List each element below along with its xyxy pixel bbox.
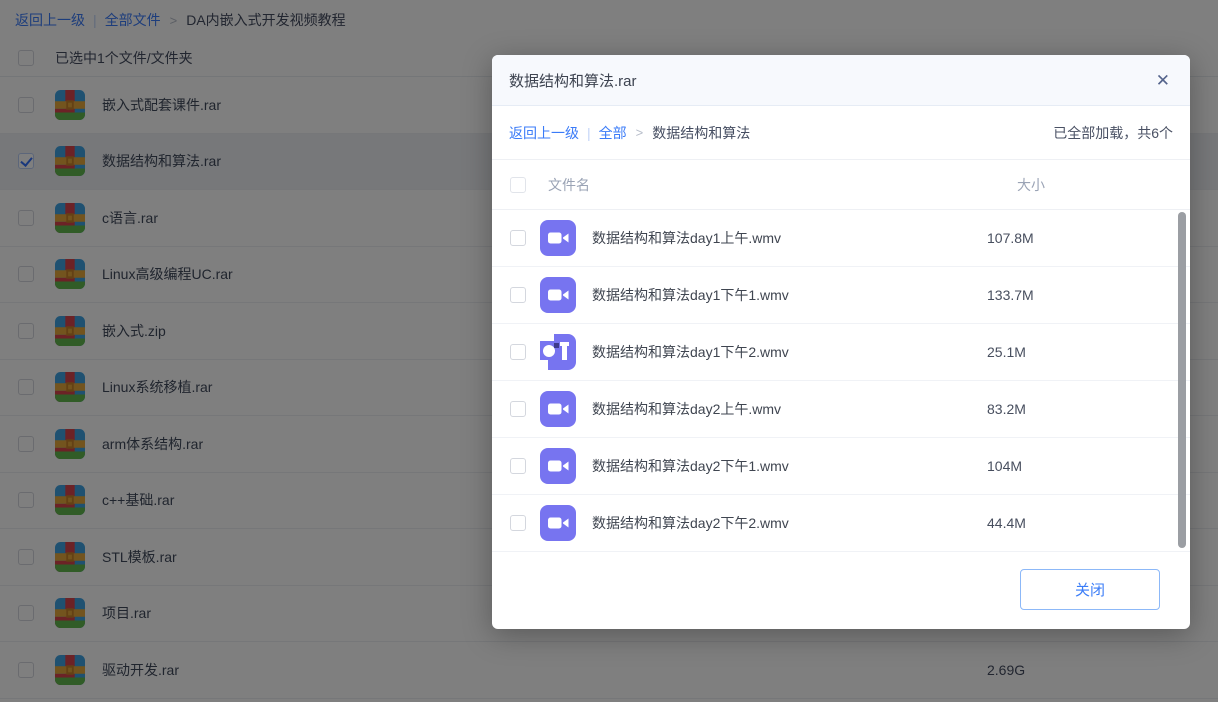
dialog-file-size: 104M: [987, 458, 1172, 474]
dialog-back-link[interactable]: 返回上一级: [509, 123, 579, 143]
dialog-file-name[interactable]: 数据结构和算法day2下午1.wmv: [592, 456, 987, 476]
load-status-label: 已全部加载，共6个: [1053, 123, 1173, 143]
dialog-file-name[interactable]: 数据结构和算法day1上午.wmv: [592, 228, 987, 248]
dialog-file-name[interactable]: 数据结构和算法day2上午.wmv: [592, 399, 987, 419]
dialog-file-name[interactable]: 数据结构和算法day2下午2.wmv: [592, 513, 987, 533]
dialog-footer: 关闭: [492, 552, 1190, 629]
dialog-file-row[interactable]: 数据结构和算法day2上午.wmv83.2M: [492, 381, 1190, 438]
dialog-breadcrumb-arrow-icon: >: [636, 125, 644, 140]
video-file-icon: [540, 220, 576, 256]
size-column-header: 大小: [987, 175, 1172, 195]
dialog-all-link[interactable]: 全部: [599, 123, 627, 143]
dialog-file-size: 25.1M: [987, 344, 1172, 360]
dialog-file-list: 数据结构和算法day1上午.wmv107.8M 数据结构和算法day1下午1.w…: [492, 210, 1190, 552]
dialog-select-all-checkbox[interactable]: [510, 177, 526, 193]
dialog-table-header: 文件名 大小: [492, 160, 1190, 210]
dialog-file-size: 107.8M: [987, 230, 1172, 246]
dialog-file-size: 44.4M: [987, 515, 1172, 531]
video-file-icon: [540, 505, 576, 541]
dialog-file-size: 133.7M: [987, 287, 1172, 303]
dialog-file-checkbox[interactable]: [510, 344, 526, 360]
dialog-file-name[interactable]: 数据结构和算法day1下午1.wmv: [592, 285, 987, 305]
archive-preview-dialog: 数据结构和算法.rar ✕ 返回上一级 | 全部 > 数据结构和算法 已全部加载…: [492, 55, 1190, 629]
scrollbar-thumb[interactable]: [1178, 212, 1186, 548]
video-file-icon-partially-rendered: [540, 334, 576, 370]
dialog-file-checkbox[interactable]: [510, 401, 526, 417]
video-file-icon: [540, 391, 576, 427]
dialog-title: 数据结构和算法.rar: [509, 70, 1156, 91]
dialog-file-row[interactable]: 数据结构和算法day1上午.wmv107.8M: [492, 210, 1190, 267]
dialog-file-checkbox[interactable]: [510, 287, 526, 303]
video-file-icon: [540, 448, 576, 484]
dialog-breadcrumb: 返回上一级 | 全部 > 数据结构和算法 已全部加载，共6个: [492, 106, 1190, 160]
dialog-file-size: 83.2M: [987, 401, 1172, 417]
filename-column-header: 文件名: [548, 175, 987, 195]
dialog-file-row[interactable]: 数据结构和算法day1下午2.wmv25.1M: [492, 324, 1190, 381]
dialog-file-row[interactable]: 数据结构和算法day1下午1.wmv133.7M: [492, 267, 1190, 324]
close-button[interactable]: 关闭: [1020, 569, 1160, 610]
close-icon[interactable]: ✕: [1156, 72, 1170, 89]
dialog-file-checkbox[interactable]: [510, 230, 526, 246]
dialog-file-checkbox[interactable]: [510, 515, 526, 531]
dialog-file-name[interactable]: 数据结构和算法day1下午2.wmv: [592, 342, 987, 362]
dialog-file-checkbox[interactable]: [510, 458, 526, 474]
dialog-breadcrumb-separator: |: [587, 125, 591, 141]
dialog-header: 数据结构和算法.rar ✕: [492, 55, 1190, 106]
dialog-file-row[interactable]: 数据结构和算法day2下午1.wmv104M: [492, 438, 1190, 495]
dialog-current-folder-label: 数据结构和算法: [652, 123, 750, 143]
dialog-file-row[interactable]: 数据结构和算法day2下午2.wmv44.4M: [492, 495, 1190, 552]
video-file-icon: [540, 277, 576, 313]
